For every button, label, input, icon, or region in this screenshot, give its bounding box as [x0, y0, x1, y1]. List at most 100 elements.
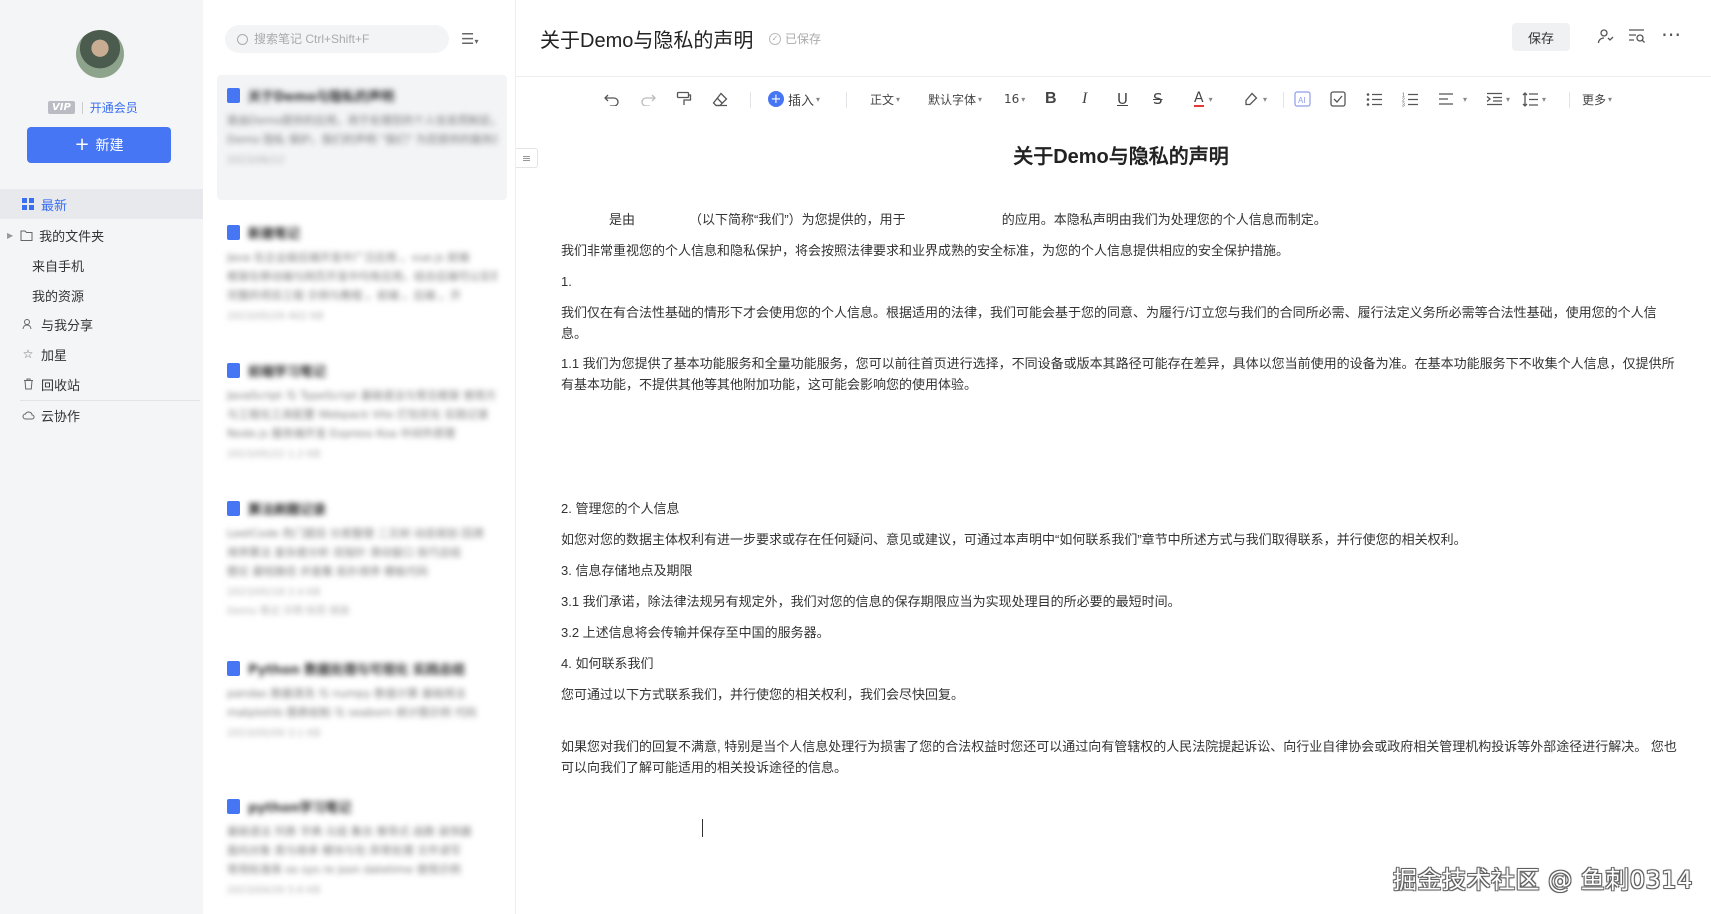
list-item[interactable]: 新建笔记 Java 在企业级后端开发中广泛应用 。vue.js 前端 框架在移动…: [217, 212, 507, 337]
list-item[interactable]: 算法刷题记录 LeetCode 热门题目 分类整理 二叉树 动态规划 回溯 排序…: [217, 488, 507, 636]
paragraph: 我们非常重视您的个人信息和隐私保护，将会按照法律要求和业界成熟的安全标准，为您的…: [561, 243, 1290, 258]
undo-icon[interactable]: [604, 84, 620, 114]
new-note-button[interactable]: + 新建: [27, 127, 171, 163]
sidebar-item-label: 我的资源: [32, 289, 85, 305]
share-user-icon[interactable]: [1597, 28, 1614, 48]
cloud-icon: [21, 408, 35, 422]
note-snippet: 是由Demo提供的应用，用于处理您的个人信息而制定。我们非常重视: [227, 114, 497, 127]
svg-text:AI: AI: [1298, 96, 1306, 105]
document-icon: [227, 798, 240, 814]
find-replace-icon[interactable]: [1628, 28, 1646, 48]
note-snippet: Java 在企业级后端开发中广泛应用 。vue.js 前端: [227, 251, 470, 264]
checkbox-list-icon[interactable]: [1330, 84, 1346, 114]
save-status: ✓ 已保存: [769, 30, 821, 47]
more-options-icon[interactable]: ⋯: [1661, 22, 1682, 46]
sidebar-item-label: 我的文件夹: [39, 229, 105, 245]
paragraph-style-value: 正文: [870, 92, 895, 107]
font-color-icon: A: [1194, 90, 1204, 107]
chevron-down-icon: ▾: [816, 94, 821, 104]
sort-menu-icon[interactable]: ☰▾: [461, 30, 478, 48]
app-window: VIP 开通会员 + 新建 最新 ▶ 我的文件夹 来自手机 我的资源 与我分享 …: [0, 0, 1711, 914]
strikethrough-icon[interactable]: S: [1153, 84, 1163, 114]
sidebar-item-shared[interactable]: 与我分享: [0, 309, 203, 339]
insert-button[interactable]: + 插入 ▾: [768, 84, 820, 114]
paragraph-style-select[interactable]: 正文 ▾: [870, 84, 900, 114]
line-height-icon: [1522, 91, 1538, 107]
note-snippet: 面向对象 类与继承 模块与包 异常处理 文件读写: [227, 844, 461, 857]
section-heading: 3. 信息存储地点及期限: [561, 563, 693, 578]
line-height-button[interactable]: ▾: [1522, 84, 1546, 114]
more-tools-button[interactable]: 更多 ▾: [1582, 84, 1612, 114]
open-vip-link[interactable]: 开通会员: [90, 99, 138, 116]
note-snippet: JavaScript 与 TypeScript 基础语法与常见框架 使用方式: [227, 389, 497, 402]
document-icon: [227, 87, 240, 103]
align-left-icon: [1439, 93, 1453, 105]
search-input[interactable]: [254, 32, 444, 46]
note-title-row: Python 数据处理与可视化 实践总结: [227, 658, 497, 678]
note-title-row: 前端学习笔记: [227, 360, 497, 380]
note-meta: 2023/04/26 5.6 KB: [227, 885, 321, 896]
font-family-select[interactable]: 默认字体 ▾: [928, 84, 982, 114]
note-title: python学习笔记: [248, 800, 352, 816]
font-color-button[interactable]: A ▾: [1194, 84, 1213, 114]
divider: [516, 76, 1711, 77]
save-status-label: 已保存: [785, 32, 822, 46]
list-item[interactable]: 前端学习笔记 JavaScript 与 TypeScript 基础语法与常见框架…: [217, 350, 507, 475]
paragraph-text: （以下简称“我们”）为您提供的，用于: [689, 212, 906, 227]
ai-text-icon[interactable]: AI: [1294, 84, 1311, 114]
search-icon: [237, 33, 248, 45]
avatar[interactable]: [76, 30, 124, 78]
new-note-label: 新建: [95, 138, 124, 154]
underline-icon[interactable]: U: [1117, 84, 1128, 114]
font-family-value: 默认字体: [928, 92, 977, 107]
sidebar-item-label: 与我分享: [41, 318, 94, 334]
search-box[interactable]: [225, 25, 449, 53]
sidebar-item-recent[interactable]: 最新: [0, 189, 203, 219]
font-size-select[interactable]: 16 ▾: [1004, 84, 1025, 114]
sidebar-item-from-phone[interactable]: 来自手机: [0, 250, 203, 280]
paragraph: 如果您对我们的回复不满意, 特别是当个人信息处理行为损害了您的合法权益时您还可以…: [561, 739, 1677, 775]
list-item[interactable]: python学习笔记 基础语法 列表 字典 元组 集合 推导式 函数 装饰器 面…: [217, 786, 507, 911]
list-item[interactable]: Python 数据处理与可视化 实践总结 pandas 数据清洗 与 numpy…: [217, 648, 507, 768]
chevron-down-icon: ▾: [1463, 94, 1468, 104]
divider: [846, 92, 847, 108]
bold-icon[interactable]: B: [1045, 84, 1057, 114]
sidebar-item-my-resources[interactable]: 我的资源: [0, 280, 203, 310]
highlight-button[interactable]: ▾: [1243, 84, 1267, 114]
sidebar-item-trash[interactable]: 回收站: [0, 369, 203, 399]
sidebar-item-cloud-collab[interactable]: 云协作: [0, 400, 203, 430]
paragraph: 是由 （以下简称“我们”）为您提供的，用于 的应用。本隐私声明由我们为处理您的个人信…: [561, 209, 1681, 230]
note-snippet: 图论 最短路径 并查集 拓扑排序 模板代码: [227, 565, 428, 578]
indent-icon: [1486, 92, 1502, 106]
svg-text:3: 3: [1402, 102, 1405, 107]
paragraph: 1.1 我们为您提供了基本功能服务和全量功能服务，您可以前往首页进行选择，不同设…: [561, 356, 1675, 392]
bullet-list-icon[interactable]: [1366, 84, 1383, 114]
document-title[interactable]: 关于Demo与隐私的声明: [540, 24, 753, 53]
caret-right-icon[interactable]: ▶: [7, 231, 13, 240]
chevron-down-icon: ▾: [896, 94, 901, 104]
outline-toggle-icon[interactable]: ≡: [516, 148, 538, 168]
document-body[interactable]: 关于Demo与隐私的声明 是由 （以下简称“我们”）为您提供的，用于 的应用。本隐私…: [561, 140, 1681, 778]
sidebar-item-starred[interactable]: ☆ 加星: [0, 339, 203, 369]
format-painter-icon[interactable]: [676, 84, 692, 114]
sidebar-item-label: 回收站: [41, 378, 81, 394]
highlighter-icon: [1245, 92, 1258, 105]
redo-icon[interactable]: [640, 84, 656, 114]
grid-icon: [21, 197, 35, 211]
align-button[interactable]: ▾: [1438, 84, 1467, 114]
trash-icon: [21, 377, 35, 391]
save-button[interactable]: 保存: [1512, 23, 1570, 51]
note-title: 算法刷题记录: [248, 502, 327, 518]
sidebar: VIP 开通会员 + 新建 最新 ▶ 我的文件夹 来自手机 我的资源 与我分享 …: [0, 0, 203, 914]
document-heading: 关于Demo与隐私的声明: [1013, 146, 1229, 168]
numbered-list-icon[interactable]: 123: [1402, 84, 1419, 114]
eraser-icon[interactable]: [712, 84, 728, 114]
sidebar-item-label: 最新: [41, 198, 68, 214]
note-snippet: 基础语法 列表 字典 元组 集合 推导式 函数 装饰器: [227, 825, 472, 838]
note-snippet: matplotlib 图表绘制 与 seaborn 统计图示例 代码: [227, 706, 477, 719]
sidebar-item-my-folders[interactable]: ▶ 我的文件夹: [0, 220, 203, 250]
italic-icon[interactable]: I: [1082, 84, 1087, 114]
list-item[interactable]: 关于Demo与隐私的声明 是由Demo提供的应用，用于处理您的个人信息而制定。我…: [217, 75, 507, 200]
indent-button[interactable]: ▾: [1486, 84, 1510, 114]
plus-icon: +: [74, 134, 90, 155]
